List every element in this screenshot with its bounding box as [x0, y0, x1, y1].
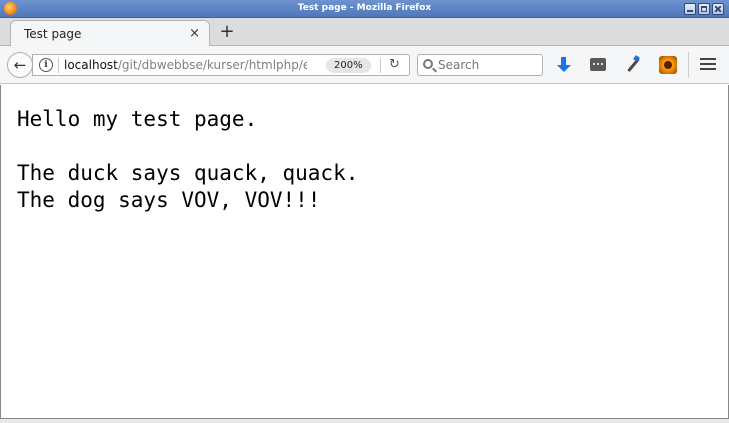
url-divider-2 — [380, 58, 381, 73]
tab-strip: Test page × + — [0, 18, 729, 47]
tab-test-page[interactable]: Test page × — [10, 20, 210, 47]
new-tab-button[interactable]: + — [217, 21, 237, 43]
reload-icon[interactable]: ↻ — [389, 57, 400, 72]
url-text[interactable]: localhost/git/dbwebbse/kurser/htmlphp/e — [64, 58, 307, 72]
menu-icon[interactable] — [700, 58, 716, 72]
url-bar[interactable]: i localhost/git/dbwebbse/kurser/htmlphp/… — [32, 54, 410, 76]
maximize-button[interactable] — [698, 3, 710, 15]
close-window-button[interactable] — [712, 3, 724, 15]
search-bar[interactable] — [417, 54, 543, 76]
eyedropper-icon[interactable] — [625, 56, 643, 74]
page-content: Hello my test page. The duck says quack,… — [0, 85, 729, 418]
toolbar-divider — [688, 52, 689, 78]
close-tab-icon[interactable]: × — [189, 26, 200, 41]
search-icon — [423, 59, 433, 69]
firebug-icon[interactable] — [659, 56, 677, 74]
text-line: The dog says VOV, VOV!!! — [17, 188, 321, 212]
site-info-icon[interactable]: i — [39, 58, 53, 72]
url-host: localhost — [64, 58, 118, 72]
devtools-icon[interactable] — [590, 58, 606, 71]
window-title: Test page - Mozilla Firefox — [297, 3, 432, 13]
page-text: Hello my test page. The duck says quack,… — [17, 106, 358, 214]
url-path: /git/dbwebbse/kurser/htmlphp/e — [117, 58, 307, 72]
text-line: Hello my test page. — [17, 107, 258, 131]
window-bottom-border — [0, 418, 729, 423]
url-divider — [58, 58, 59, 73]
download-icon[interactable] — [555, 56, 573, 74]
zoom-indicator[interactable]: 200% — [326, 58, 371, 73]
search-input[interactable] — [438, 57, 538, 73]
tab-label: Test page — [24, 27, 82, 41]
navigation-toolbar: ← i localhost/git/dbwebbse/kurser/htmlph… — [0, 46, 729, 84]
back-button[interactable]: ← — [7, 52, 33, 78]
text-line: The duck says quack, quack. — [17, 161, 359, 185]
minimize-button[interactable] — [684, 3, 696, 15]
window-titlebar: Test page - Mozilla Firefox — [0, 0, 729, 18]
